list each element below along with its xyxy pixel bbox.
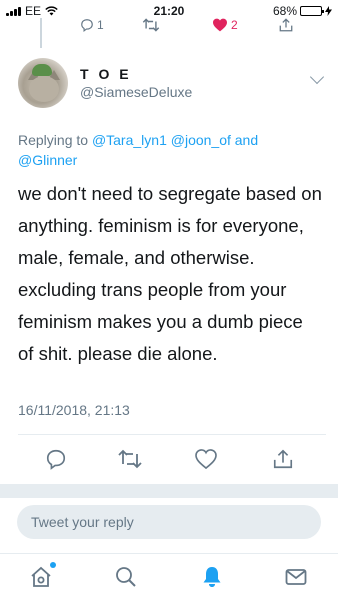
prev-share-button[interactable] <box>278 18 294 32</box>
divider <box>18 434 326 435</box>
avatar[interactable] <box>18 58 68 108</box>
replying-to: Replying to @Tara_lyn1 @joon_of and @Gli… <box>18 130 318 170</box>
retweet-icon <box>118 449 142 469</box>
tweet-text: we don't need to segregate based on anyt… <box>18 183 322 364</box>
messages-icon <box>285 569 307 585</box>
reply-input[interactable] <box>17 505 321 539</box>
battery-percent: 68% <box>272 4 297 18</box>
reply-button[interactable] <box>43 446 69 472</box>
retweet-icon <box>142 18 160 32</box>
tab-home[interactable] <box>28 562 56 590</box>
heart-filled-icon <box>213 18 227 32</box>
battery-icon <box>300 6 324 16</box>
share-icon <box>273 449 293 469</box>
new-content-dot <box>50 562 56 568</box>
tab-messages[interactable] <box>283 564 309 590</box>
reply-icon <box>46 449 66 470</box>
home-icon <box>31 566 51 587</box>
prev-like-count: 2 <box>231 18 238 32</box>
reply-icon <box>81 19 93 32</box>
tweet-header: T O E @SiameseDeluxe <box>18 58 328 112</box>
user-handle[interactable]: @SiameseDeluxe <box>80 84 192 100</box>
prev-like-button[interactable]: 2 <box>212 18 238 32</box>
retweet-button[interactable] <box>117 446 143 472</box>
tab-search[interactable] <box>113 564 139 590</box>
tweet-timestamp: 16/11/2018, 21:13 <box>18 402 130 418</box>
notifications-icon <box>203 567 221 587</box>
prev-reply-button[interactable]: 1 <box>80 18 104 32</box>
previous-tweet-actions: 1 2 <box>0 18 338 48</box>
reply-composer[interactable] <box>17 505 321 539</box>
prev-reply-count: 1 <box>97 18 104 32</box>
tab-notifications[interactable] <box>199 564 225 590</box>
share-button[interactable] <box>270 446 296 472</box>
section-separator <box>0 484 338 498</box>
prev-retweet-button[interactable] <box>142 18 160 32</box>
tweet-actions <box>0 446 338 472</box>
tab-bar <box>0 553 338 600</box>
like-button[interactable] <box>193 446 219 472</box>
heart-icon <box>195 449 217 469</box>
chevron-down-icon[interactable] <box>309 69 325 85</box>
display-name[interactable]: T O E <box>80 66 132 82</box>
charging-bolt-icon <box>325 6 332 16</box>
share-icon <box>279 18 293 32</box>
status-right: 68% <box>273 4 332 18</box>
search-icon <box>116 567 136 587</box>
replying-to-label: Replying to <box>18 132 89 148</box>
thread-line <box>40 18 42 48</box>
